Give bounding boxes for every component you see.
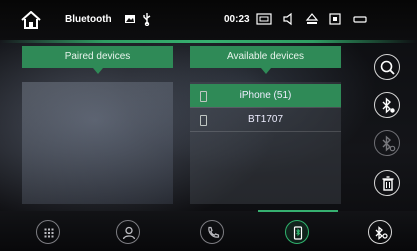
contacts-icon: [122, 226, 136, 240]
display-icon[interactable]: [328, 12, 342, 26]
phone-icon: [208, 226, 220, 238]
active-tab-indicator: [258, 210, 338, 212]
phone-button[interactable]: [200, 220, 224, 244]
paired-devices-list: [22, 82, 173, 204]
screen-icon[interactable]: [256, 12, 272, 26]
bluetooth-connect-icon: [382, 97, 395, 114]
bluetooth-settings-button[interactable]: [368, 220, 392, 244]
delete-button[interactable]: [374, 170, 400, 196]
device-name: BT1707: [247, 114, 284, 125]
bluetooth-settings-icon: [375, 226, 388, 240]
device-row[interactable]: iPhone (51): [190, 84, 341, 107]
bluetooth-music-icon: [293, 226, 303, 240]
eject-icon[interactable]: [305, 12, 319, 26]
window-icon[interactable]: [352, 12, 368, 26]
bluetooth-disconnect-icon: [382, 135, 396, 152]
bluetooth-disconnect-button[interactable]: [374, 130, 400, 156]
status-divider: [0, 40, 417, 43]
device-row[interactable]: BT1707: [190, 108, 341, 131]
bluetooth-music-button[interactable]: [285, 220, 309, 244]
home-icon[interactable]: [20, 10, 42, 29]
device-name: iPhone (51): [239, 90, 292, 101]
trash-icon: [382, 176, 394, 191]
search-icon: [380, 60, 395, 75]
search-button[interactable]: [374, 54, 400, 80]
keypad-icon: [44, 228, 54, 238]
contacts-button[interactable]: [116, 220, 140, 244]
image-icon: [123, 12, 137, 26]
volume-icon[interactable]: [282, 12, 296, 26]
keypad-button[interactable]: [36, 220, 60, 244]
row-divider: [190, 131, 341, 132]
bluetooth-connect-button[interactable]: [374, 92, 400, 118]
paired-devices-header: Paired devices: [22, 46, 173, 74]
app-title: Bluetooth: [65, 14, 112, 25]
available-devices-header: Available devices: [190, 46, 341, 74]
status-bar: Bluetooth 00:23: [0, 0, 417, 40]
usb-icon: [140, 12, 154, 27]
clock: 00:23: [224, 14, 250, 25]
